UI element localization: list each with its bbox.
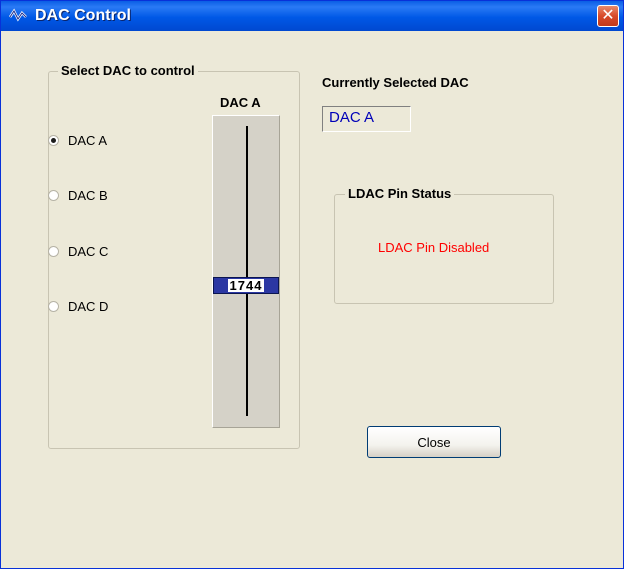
- slider-label: DAC A: [220, 95, 261, 110]
- dac-slider-track[interactable]: 1744: [212, 115, 280, 428]
- current-dac-value: DAC A: [329, 109, 375, 126]
- radio-label-dac-c: DAC C: [68, 244, 109, 259]
- radio-button[interactable]: [48, 246, 59, 257]
- radio-label-dac-d: DAC D: [68, 299, 109, 314]
- title-bar[interactable]: DAC Control ✕: [1, 1, 623, 31]
- close-icon: ✕: [601, 7, 615, 24]
- radio-button[interactable]: [48, 301, 59, 312]
- close-button-label: Close: [417, 434, 451, 450]
- close-button[interactable]: Close: [367, 426, 501, 458]
- dac-control-window: DAC Control ✕ Select DAC to control DAC …: [0, 0, 624, 569]
- slider-thumb[interactable]: 1744: [213, 277, 279, 294]
- select-dac-group-label: Select DAC to control: [58, 63, 198, 78]
- current-dac-display: DAC A: [322, 106, 411, 132]
- radio-button-selected[interactable]: [48, 135, 59, 146]
- radio-dac-b[interactable]: DAC B: [48, 188, 108, 203]
- close-window-button[interactable]: ✕: [597, 5, 619, 27]
- ldac-group-label: LDAC Pin Status: [345, 186, 455, 201]
- radio-dac-c[interactable]: DAC C: [48, 244, 108, 259]
- slider-rail: [246, 126, 248, 416]
- app-waveform-icon: [9, 8, 27, 22]
- radio-label-dac-b: DAC B: [68, 188, 108, 203]
- radio-dac-a[interactable]: DAC A: [48, 133, 107, 148]
- radio-button[interactable]: [48, 190, 59, 201]
- ldac-status-text: LDAC Pin Disabled: [378, 240, 490, 255]
- currently-selected-heading: Currently Selected DAC: [322, 75, 469, 90]
- radio-label-dac-a: DAC A: [68, 133, 108, 148]
- window-title: DAC Control: [35, 7, 131, 24]
- radio-dac-d[interactable]: DAC D: [48, 299, 108, 314]
- slider-value: 1744: [227, 278, 265, 293]
- dialog-client-area: Select DAC to control DAC A DAC B DAC C …: [4, 31, 620, 565]
